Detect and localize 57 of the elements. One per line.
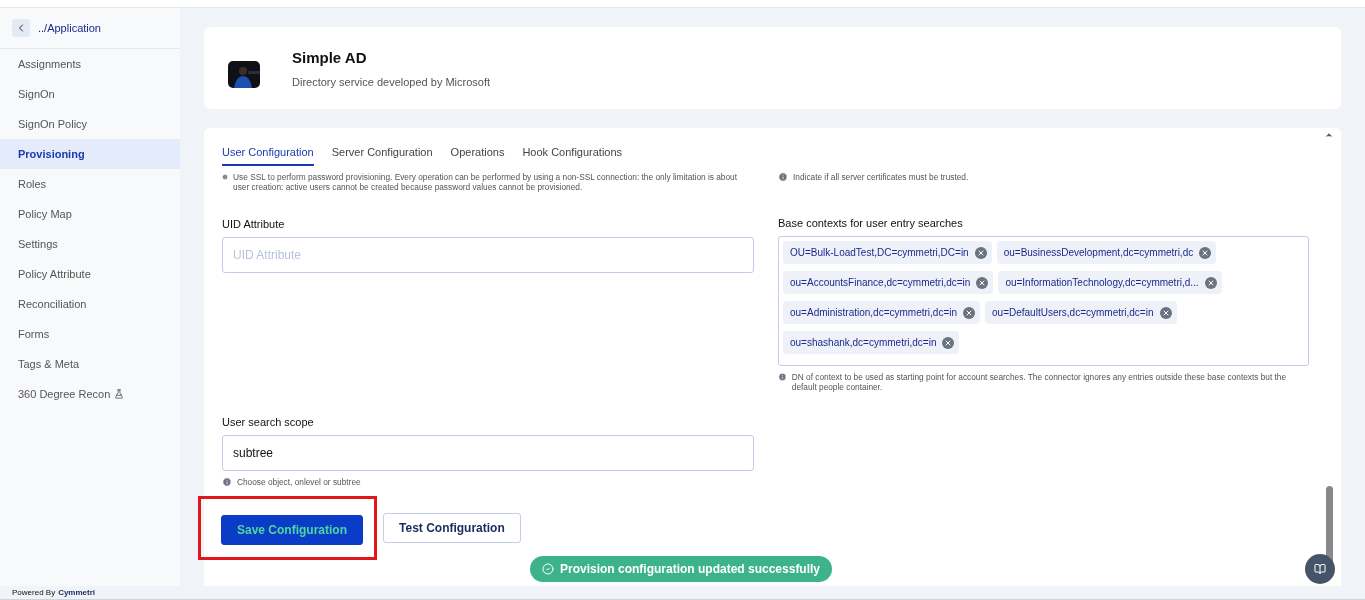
field-label: Base contexts for user entry searches: [778, 217, 964, 229]
success-toast: Provision configuration updated successfully: [530, 556, 833, 582]
sidebar-item[interactable]: Policy Map: [0, 199, 180, 229]
remove-icon[interactable]: [974, 246, 987, 259]
search-scope-field[interactable]: subtree: [222, 435, 754, 471]
hint-text: Indicate if all server certificates must be trusted.: [793, 172, 969, 182]
info-icon: [778, 372, 787, 382]
context-chip: ou=InformationTechnology,dc=cymmetri,d...: [998, 271, 1222, 294]
sidebar-item[interactable]: Tags & Meta: [0, 349, 180, 379]
sidebar-item[interactable]: Policy Attribute: [0, 259, 180, 289]
tab[interactable]: Hook Configurations: [522, 144, 623, 166]
hint-text: DN of context to be used as starting point for account searches. The connector ignores any entries outside these base contexts but the default people container.: [791, 372, 1288, 392]
sidebar-item[interactable]: SignOn Policy: [0, 109, 180, 139]
app-title: Simple AD: [292, 48, 368, 66]
remove-icon[interactable]: [942, 336, 955, 349]
sidebar-item[interactable]: Reconciliation: [0, 289, 180, 319]
remove-icon[interactable]: [976, 276, 989, 289]
field-label: UID Attribute: [222, 218, 286, 230]
tab[interactable]: Operations: [450, 144, 505, 166]
sidebar-item[interactable]: Settings: [0, 229, 180, 259]
back-button[interactable]: [12, 19, 30, 37]
back-link[interactable]: ../Application: [38, 22, 101, 34]
test-button[interactable]: Test Configuration: [383, 513, 521, 543]
remove-icon[interactable]: [1204, 276, 1217, 289]
field-label: User search scope: [222, 416, 315, 428]
context-chip: ou=BusinessDevelopment,dc=cymmetri,dc: [996, 241, 1217, 264]
uid-attribute-field[interactable]: UID Attribute: [222, 237, 754, 273]
save-button[interactable]: Save Configuration: [221, 515, 363, 545]
context-chip: ou=DefaultUsers,dc=cymmetri,dc=in: [985, 301, 1177, 324]
help-button[interactable]: [1305, 554, 1335, 584]
context-chip: ou=AccountsFinance,dc=cymmetri,dc=in: [783, 271, 994, 294]
sidebar-item[interactable]: SignOn: [0, 79, 180, 109]
sidebar-item[interactable]: Forms: [0, 319, 180, 349]
remove-icon[interactable]: [1159, 306, 1172, 319]
info-icon: [222, 477, 232, 487]
info-icon: [778, 172, 788, 182]
context-chip: ou=Administration,dc=cymmetri,dc=in: [783, 301, 981, 324]
tab[interactable]: User Configuration: [222, 144, 314, 166]
remove-icon[interactable]: [1199, 246, 1212, 259]
base-contexts-field[interactable]: [778, 236, 1309, 366]
tab[interactable]: Server Configuration: [331, 144, 433, 166]
context-chip: ou=shashank,dc=cymmetri,dc=in: [783, 331, 960, 354]
check-icon: [542, 563, 554, 575]
book-icon: [1314, 563, 1326, 575]
sidebar-item[interactable]: Provisioning: [0, 139, 180, 169]
info-icon: [222, 172, 229, 182]
sidebar-item[interactable]: Roles: [0, 169, 180, 199]
hint-text: Choose object, onlevel or subtree: [237, 477, 361, 487]
brand-logo: Cymmetri: [58, 588, 96, 597]
sidebar-item[interactable]: Assignments: [0, 49, 180, 79]
scroll-up-icon[interactable]: [1324, 130, 1334, 140]
powered-by-text: Powered By: [12, 588, 56, 597]
hint-text: Use SSL to perform password provisioning. Every operation can be performed by using a non-SSL connection: the only limitation is about user creation: active users cannot be created because password values cannot be provisioned.: [233, 172, 739, 192]
app-description: Directory service developed by Microsoft: [292, 75, 491, 88]
remove-icon[interactable]: [963, 306, 976, 319]
sidebar-item[interactable]: 360 Degree Recon: [0, 379, 180, 409]
context-chip: OU=Bulk-LoadTest,DC=cymmetri,DC=in: [783, 241, 992, 264]
